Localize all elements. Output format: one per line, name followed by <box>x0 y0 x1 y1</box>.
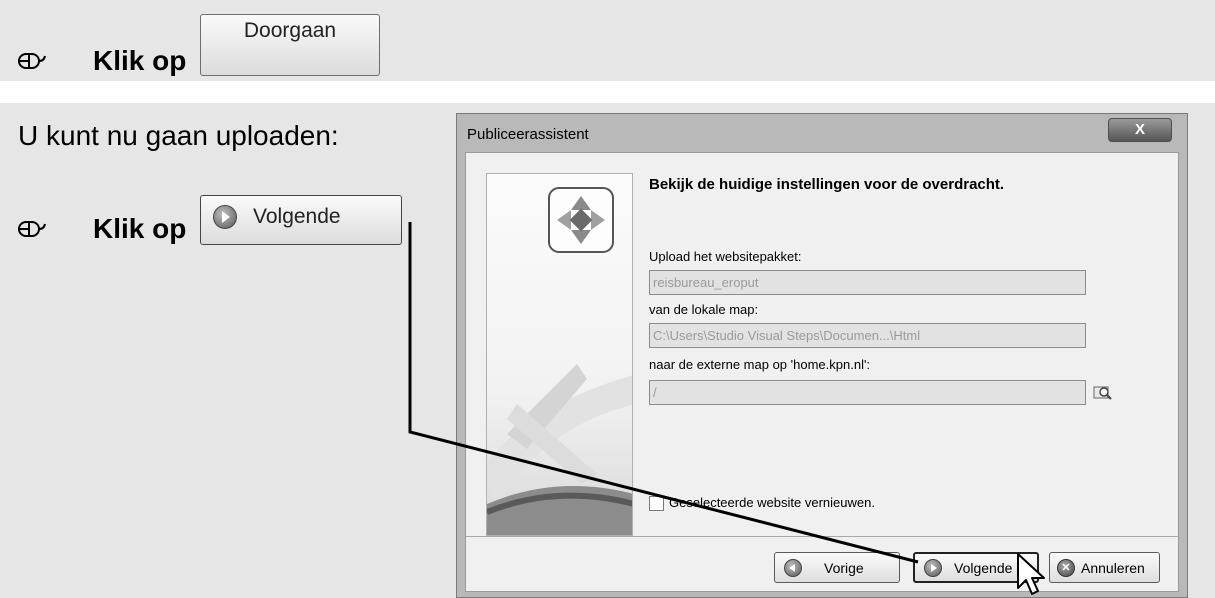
pointer-connector-line <box>408 222 919 564</box>
mouse-pointer-icon <box>1017 553 1045 595</box>
